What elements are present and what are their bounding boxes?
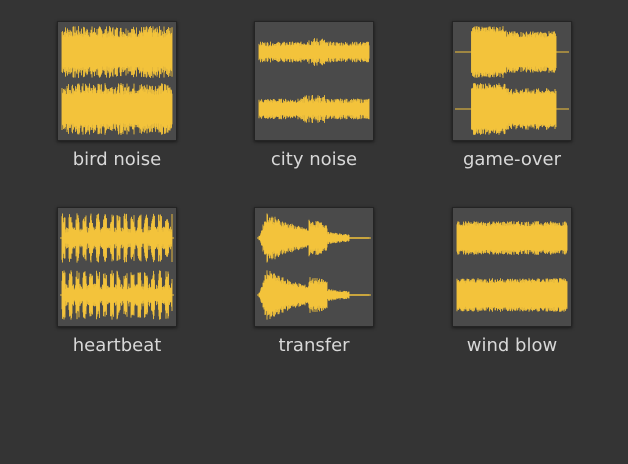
waveform-icon [60,213,174,320]
file-item-transfer[interactable]: transfer [216,207,376,377]
file-item-heartbeat[interactable]: heartbeat [19,207,179,377]
file-item-bird-noise[interactable]: bird noise [19,21,179,191]
file-name-label: transfer [278,335,350,356]
waveform-thumbnail[interactable] [452,207,572,327]
file-item-game-over[interactable]: game-over [414,21,574,191]
file-item-wind-blow[interactable]: wind blow [414,207,574,377]
file-item-city-noise[interactable]: city noise [216,21,376,191]
file-name-label: bird noise [72,149,162,170]
waveform-thumbnail[interactable] [452,21,572,141]
waveform-icon [455,26,569,135]
waveform-icon [257,213,371,320]
waveform-icon [456,221,568,312]
file-name-label: wind blow [466,335,558,356]
waveform-thumbnail[interactable] [57,21,177,141]
waveform-thumbnail[interactable] [57,207,177,327]
waveform-icon [61,26,173,135]
file-name-label: game-over [462,149,562,170]
file-grid: bird noise city noise game-over heartbea… [0,0,628,464]
waveform-thumbnail[interactable] [254,21,374,141]
waveform-icon [258,38,370,124]
file-name-label: city noise [270,149,358,170]
waveform-thumbnail[interactable] [254,207,374,327]
file-name-label: heartbeat [72,335,162,356]
